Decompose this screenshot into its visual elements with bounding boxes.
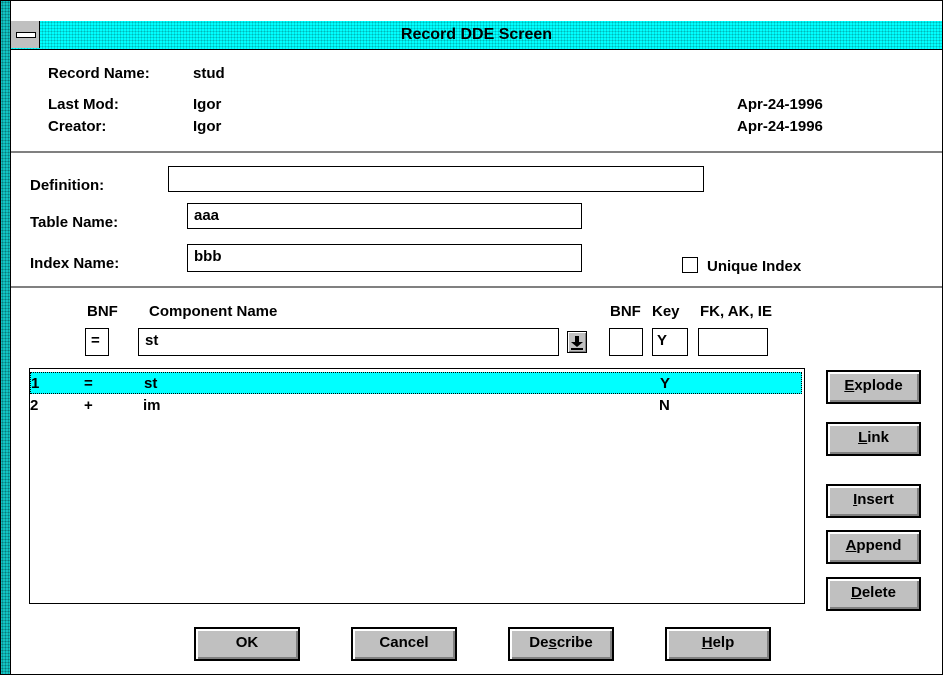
component-dropdown-button[interactable] [567, 331, 587, 353]
window-left-border [1, 1, 11, 674]
last-mod-user: Igor [193, 96, 222, 113]
fk-header: FK, AK, IE [700, 303, 772, 320]
list-item-bnf: + [84, 397, 93, 414]
index-name-label: Index Name: [30, 255, 120, 272]
table-name-field[interactable]: aaa [187, 203, 582, 229]
list-item[interactable]: 1 = st Y [30, 372, 802, 394]
title-bar[interactable]: Record DDE Screen [11, 21, 942, 50]
creator-label: Creator: [48, 118, 107, 135]
describe-button[interactable]: Describe [508, 627, 614, 661]
last-mod-label: Last Mod: [48, 96, 119, 113]
append-button[interactable]: Append [826, 530, 921, 564]
help-button[interactable]: Help [665, 627, 771, 661]
explode-button[interactable]: Explode [826, 370, 921, 404]
fk-input[interactable] [698, 328, 768, 356]
list-item-number: 1 [31, 375, 40, 392]
list-item-key: Y [660, 375, 671, 392]
component-list[interactable]: 1 = st Y 2 + im N [29, 368, 805, 604]
creator-date: Apr-24-1996 [737, 118, 823, 135]
definition-label: Definition: [30, 177, 105, 194]
component-name-header: Component Name [149, 303, 278, 320]
cancel-button[interactable]: Cancel [351, 627, 457, 661]
table-name-label: Table Name: [30, 214, 119, 231]
bnf-input[interactable]: = [85, 328, 109, 356]
record-dde-window: Record DDE Screen Record Name: stud Last… [0, 0, 943, 675]
unique-index-label: Unique Index [707, 258, 802, 275]
definition-field[interactable] [168, 166, 704, 192]
component-name-input[interactable]: st [138, 328, 559, 356]
delete-button[interactable]: Delete [826, 577, 921, 611]
unique-index-checkbox[interactable] [682, 257, 698, 273]
list-item-number: 2 [30, 397, 39, 414]
link-button[interactable]: Link [826, 422, 921, 456]
record-name-value: stud [193, 65, 225, 82]
arrow-down-icon [571, 336, 583, 350]
list-item-bnf: = [84, 375, 93, 392]
bnf2-input[interactable] [609, 328, 643, 356]
list-item-name: st [144, 375, 158, 392]
list-item-name: im [143, 397, 161, 414]
list-item[interactable]: 2 + im N [30, 395, 802, 417]
ok-button[interactable]: OK [194, 627, 300, 661]
window-title: Record DDE Screen [400, 26, 553, 43]
divider-form [11, 286, 942, 288]
last-mod-date: Apr-24-1996 [737, 96, 823, 113]
divider-header [11, 151, 942, 153]
bnf2-header: BNF [610, 303, 641, 320]
key-header: Key [652, 303, 680, 320]
creator-user: Igor [193, 118, 222, 135]
list-item-key: N [659, 397, 670, 414]
record-name-label: Record Name: [48, 65, 150, 82]
key-input[interactable]: Y [652, 328, 688, 356]
bnf-header: BNF [87, 303, 118, 320]
insert-button[interactable]: Insert [826, 484, 921, 518]
index-name-field[interactable]: bbb [187, 244, 582, 272]
